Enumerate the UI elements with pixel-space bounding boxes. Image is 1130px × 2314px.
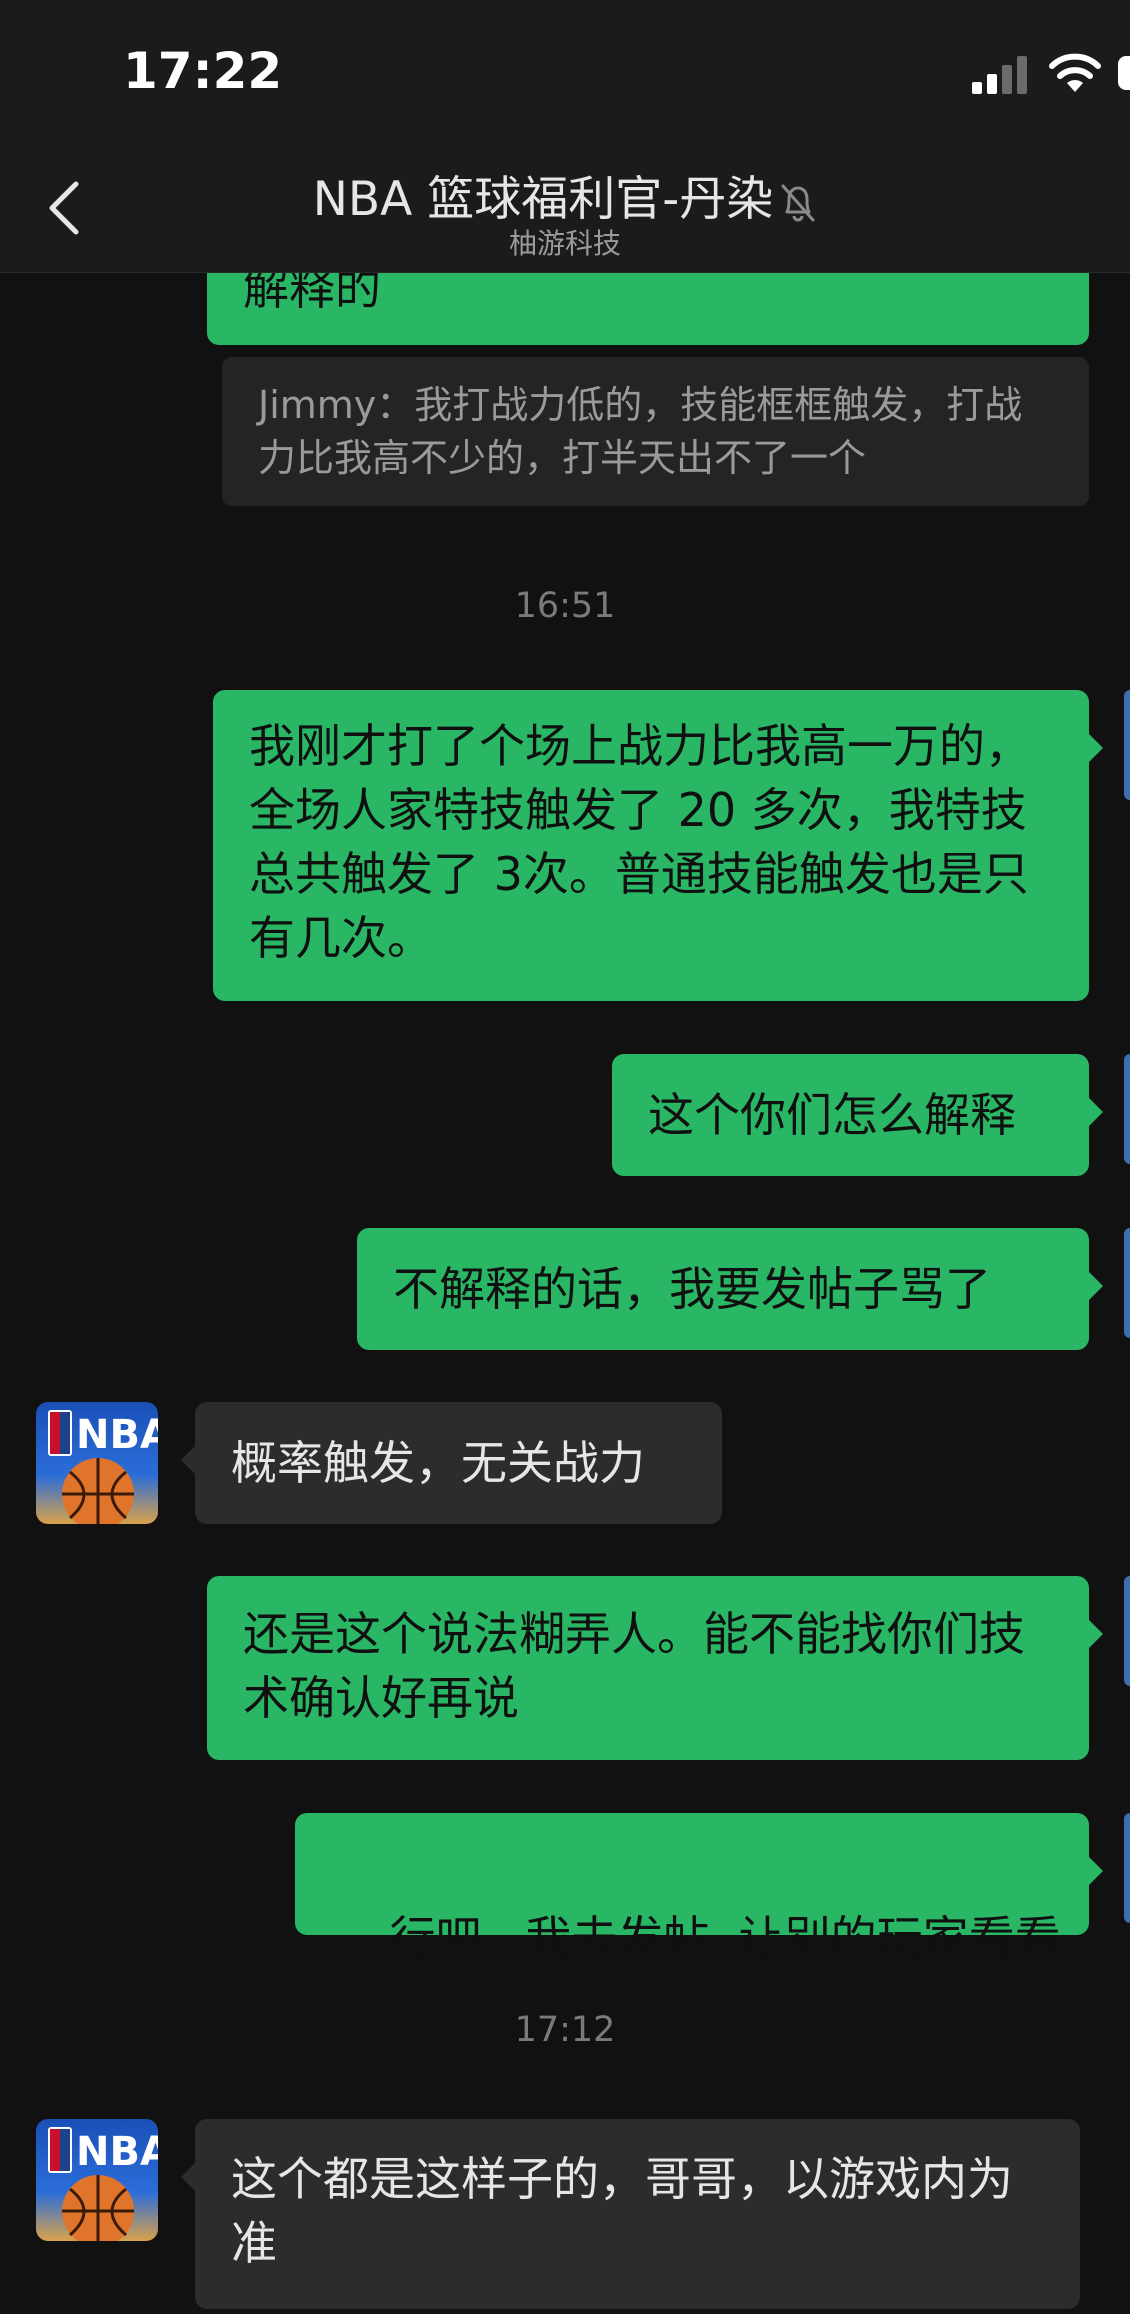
contact-avatar[interactable]: NBA	[36, 2119, 158, 2241]
message-bubble-incoming[interactable]: 概率触发，无关战力	[181, 1402, 722, 1524]
cellular-signal-icon	[972, 56, 1027, 94]
svg-text:NBA: NBA	[76, 2129, 158, 2175]
quoted-message-text: Jimmy：我打战力低的，技能框框触发，打战力比我高不少的，打半天出不了一个	[258, 383, 1023, 480]
chat-messages-area[interactable]: 解释的 Jimmy：我打战力低的，技能框框触发，打战力比我高不少的，打半天出不了…	[0, 0, 1130, 2314]
message-bubble-outgoing[interactable]: 我刚才打了个场上战力比我高一万的，全场人家特技触发了 20 多次，我特技总共触发…	[213, 690, 1103, 1001]
bell-slash-icon	[781, 184, 815, 221]
self-avatar[interactable]	[1124, 690, 1130, 800]
message-text: 还是这个说法糊弄人。能不能找你们技术确认好再说	[243, 1607, 1025, 1725]
self-avatar[interactable]	[1124, 1228, 1130, 1338]
status-time: 17:22	[123, 42, 283, 100]
contact-avatar[interactable]: NBA	[36, 1402, 158, 1524]
chat-title-text: NBA 篮球福利官-丹染	[312, 172, 774, 227]
message-timestamp: 16:51	[514, 586, 616, 626]
chat-subtitle: 柚游科技	[508, 227, 621, 260]
message-text: 行吧 我去发帖 让别的玩家看看	[389, 1911, 1061, 1965]
svg-text:NBA: NBA	[76, 1412, 158, 1458]
message-bubble-outgoing[interactable]: 还是这个说法糊弄人。能不能找你们技术确认好再说	[207, 1576, 1103, 1760]
battery-icon	[1118, 56, 1130, 90]
nba-logo-icon: NBA	[36, 2119, 158, 2241]
nba-logo-icon: NBA	[36, 1402, 158, 1524]
message-timestamp: 17:12	[514, 2010, 616, 2050]
message-bubble-outgoing[interactable]: 行吧 我去发帖 让别的玩家看看	[295, 1813, 1103, 1965]
wifi-icon	[1049, 53, 1101, 92]
message-bubble-outgoing[interactable]: 这个你们怎么解释	[612, 1054, 1103, 1176]
quoted-message[interactable]: Jimmy：我打战力低的，技能框框触发，打战力比我高不少的，打半天出不了一个	[222, 357, 1089, 506]
message-text: 不解释的话，我要发帖子骂了	[393, 1262, 991, 1316]
message-text: 我刚才打了个场上战力比我高一万的，全场人家特技触发了 20 多次，我特技总共触发…	[249, 719, 1031, 965]
message-text: 这个你们怎么解释	[648, 1088, 1016, 1142]
chat-title[interactable]: NBA 篮球福利官-丹染	[0, 160, 1130, 229]
self-avatar[interactable]	[1124, 1576, 1130, 1686]
self-avatar[interactable]	[1124, 1813, 1130, 1923]
message-text: 概率触发，无关战力	[231, 1436, 645, 1490]
self-avatar[interactable]	[1124, 1054, 1130, 1164]
chat-header: NBA 篮球福利官-丹染 柚游科技	[0, 140, 1130, 273]
message-bubble-incoming[interactable]: 这个都是这样子的，哥哥，以游戏内为准	[181, 2119, 1080, 2309]
status-bar: 17:22	[0, 0, 1130, 140]
message-text: 这个都是这样子的，哥哥，以游戏内为准	[231, 2152, 1013, 2270]
message-bubble-outgoing[interactable]: 不解释的话，我要发帖子骂了	[357, 1228, 1103, 1350]
